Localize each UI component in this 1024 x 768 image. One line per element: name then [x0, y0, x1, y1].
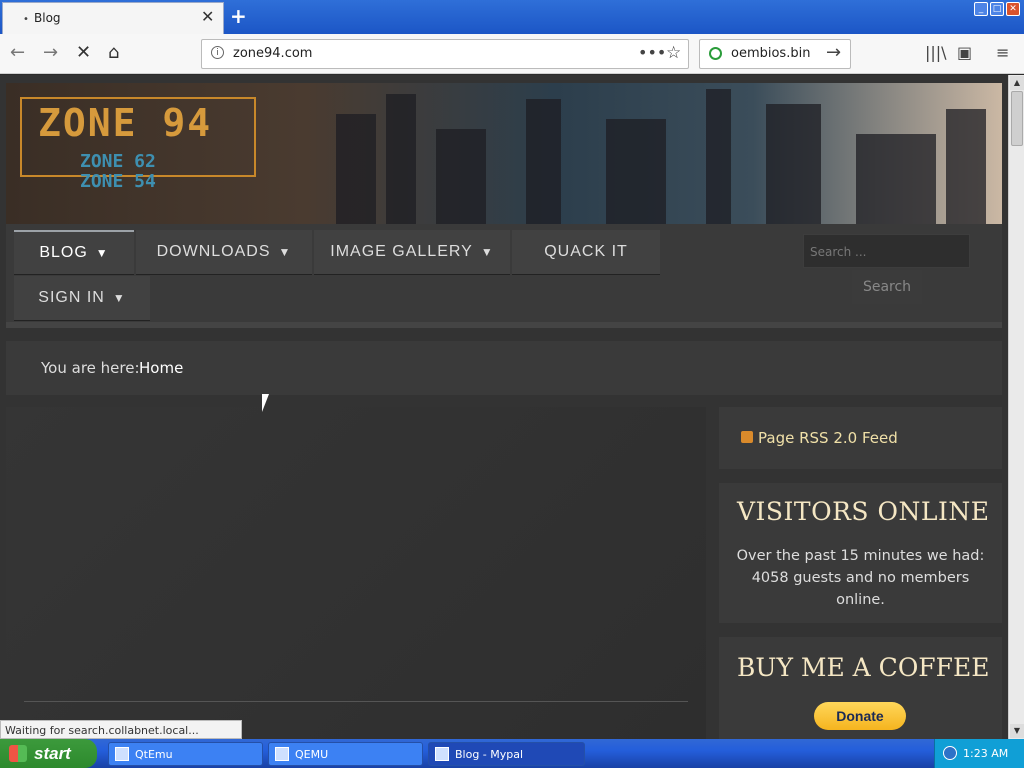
- donate-button[interactable]: Donate: [814, 702, 906, 730]
- clock: 1:23 AM: [963, 747, 1009, 760]
- tab-strip: • Blog ✕ + _ □ ✕: [0, 0, 1024, 34]
- status-bar: Waiting for search.collabnet.local...: [0, 720, 242, 739]
- caret-down-icon: ▼: [480, 245, 494, 259]
- caret-down-icon: ▼: [278, 245, 292, 259]
- scroll-down-icon[interactable]: ▼: [1010, 724, 1024, 738]
- web-page: ZONE 94 ZONE 62 ZONE 54 BLOG ▼ DOWNLOADS ▼…: [0, 75, 1008, 739]
- search-bar[interactable]: oembios.bin →: [699, 39, 851, 69]
- site-search-button[interactable]: Search: [852, 270, 922, 304]
- taskbar-item-label: QEMU: [295, 748, 329, 761]
- breadcrumb-current[interactable]: Home: [139, 359, 183, 377]
- logo-sub-text-2: ZONE 54: [80, 171, 156, 192]
- menu-item-label: BLOG: [39, 244, 88, 261]
- breadcrumb-label: You are here:: [41, 359, 140, 377]
- rss-label: Page RSS 2.0 Feed: [758, 429, 898, 447]
- taskbar-item-qtemu[interactable]: QtEmu: [108, 742, 263, 766]
- page-scrollbar[interactable]: ▲ ▼: [1008, 75, 1024, 739]
- taskbar-item-label: Blog - Mypal: [455, 748, 524, 761]
- caret-down-icon: ▼: [112, 291, 126, 305]
- forward-icon[interactable]: →: [43, 42, 58, 63]
- visitors-text: Over the past 15 minutes we had: 4058 gu…: [736, 548, 985, 608]
- library-icon[interactable]: |||\: [925, 43, 947, 62]
- rss-icon: [741, 431, 753, 443]
- mypal-icon: [435, 747, 449, 761]
- search-engine-icon: [709, 47, 722, 60]
- tab-title: Blog: [34, 11, 61, 25]
- scroll-thumb[interactable]: [1011, 91, 1023, 146]
- taskbar-item-label: QtEmu: [135, 748, 173, 761]
- logo-main-text: ZONE 94: [38, 101, 213, 145]
- bookmark-star-icon[interactable]: ☆: [666, 43, 681, 63]
- menu-item-label: SIGN IN: [38, 289, 105, 306]
- scroll-up-icon[interactable]: ▲: [1010, 76, 1024, 90]
- site-logo[interactable]: ZONE 94 ZONE 62 ZONE 54: [20, 97, 256, 192]
- menu-item-image-gallery[interactable]: IMAGE GALLERY ▼: [314, 230, 510, 274]
- browser-tab[interactable]: • Blog ✕: [2, 2, 224, 34]
- start-label: start: [34, 744, 71, 763]
- qemu-icon: [275, 747, 289, 761]
- info-icon[interactable]: i: [211, 46, 224, 59]
- site-search-input[interactable]: Search ...: [803, 234, 970, 268]
- back-icon[interactable]: ←: [10, 42, 25, 63]
- tray-icon[interactable]: [943, 746, 957, 760]
- logo-sub-text-1: ZONE 62: [80, 151, 156, 172]
- stop-icon[interactable]: ✕: [76, 42, 91, 63]
- close-window-icon[interactable]: ✕: [1006, 2, 1020, 16]
- menu-item-label: IMAGE GALLERY: [330, 243, 473, 260]
- menu-item-downloads[interactable]: DOWNLOADS ▼: [136, 230, 312, 274]
- breadcrumb: You are here: Home: [6, 341, 1002, 395]
- coffee-title: BUY ME A COFFEE: [737, 653, 990, 682]
- menu-item-blog[interactable]: BLOG ▼: [14, 230, 134, 274]
- page-actions-icon[interactable]: •••: [638, 43, 666, 62]
- search-bar-text: oembios.bin: [731, 46, 811, 61]
- navigation-toolbar: ← → ✕ ⌂ i zone94.com ••• ☆ oembios.bin →…: [0, 34, 1024, 74]
- rss-module: Page RSS 2.0 Feed: [719, 407, 1002, 469]
- new-tab-icon[interactable]: +: [230, 4, 247, 28]
- search-go-icon[interactable]: →: [826, 42, 841, 63]
- rss-link[interactable]: Page RSS 2.0 Feed: [741, 429, 898, 447]
- taskbar-item-blog-mypal[interactable]: Blog - Mypal: [428, 742, 585, 766]
- home-icon[interactable]: ⌂: [108, 42, 119, 63]
- main-content: [6, 407, 706, 739]
- visitors-online-module: VISITORS ONLINE Over the past 15 minutes…: [719, 483, 1002, 623]
- menu-item-label: DOWNLOADS: [156, 243, 271, 260]
- content-divider: [24, 701, 688, 702]
- windows-flag-icon: [9, 745, 27, 762]
- site-banner: ZONE 94 ZONE 62 ZONE 54: [6, 83, 1002, 224]
- taskbar-item-qemu[interactable]: QEMU: [268, 742, 423, 766]
- close-tab-icon[interactable]: ✕: [201, 7, 214, 26]
- caret-down-icon: ▼: [95, 246, 109, 260]
- system-tray: 1:23 AM: [934, 739, 1024, 768]
- window-controls: _ □ ✕: [974, 2, 1020, 16]
- mouse-cursor-icon: [262, 394, 269, 412]
- menu-item-quack-it[interactable]: QUACK IT: [512, 230, 660, 274]
- maximize-icon[interactable]: □: [990, 2, 1004, 16]
- sidebar-icon[interactable]: ▣: [957, 43, 972, 62]
- main-menu: BLOG ▼ DOWNLOADS ▼ IMAGE GALLERY ▼ QUACK IT…: [6, 224, 1002, 328]
- start-button[interactable]: start: [0, 739, 97, 768]
- loading-dot-icon: •: [23, 14, 29, 25]
- minimize-icon[interactable]: _: [974, 2, 988, 16]
- menu-item-label: QUACK IT: [544, 243, 628, 260]
- menu-icon[interactable]: ≡: [996, 43, 1009, 62]
- qtemu-icon: [115, 747, 129, 761]
- taskbar: start QtEmu QEMU Blog - Mypal 1:23 AM: [0, 739, 1024, 768]
- url-text: zone94.com: [233, 46, 313, 61]
- url-bar[interactable]: i zone94.com ••• ☆: [201, 39, 689, 69]
- menu-item-sign-in[interactable]: SIGN IN ▼: [14, 276, 150, 320]
- buy-coffee-module: BUY ME A COFFEE Donate: [719, 637, 1002, 739]
- visitors-title: VISITORS ONLINE: [737, 497, 990, 526]
